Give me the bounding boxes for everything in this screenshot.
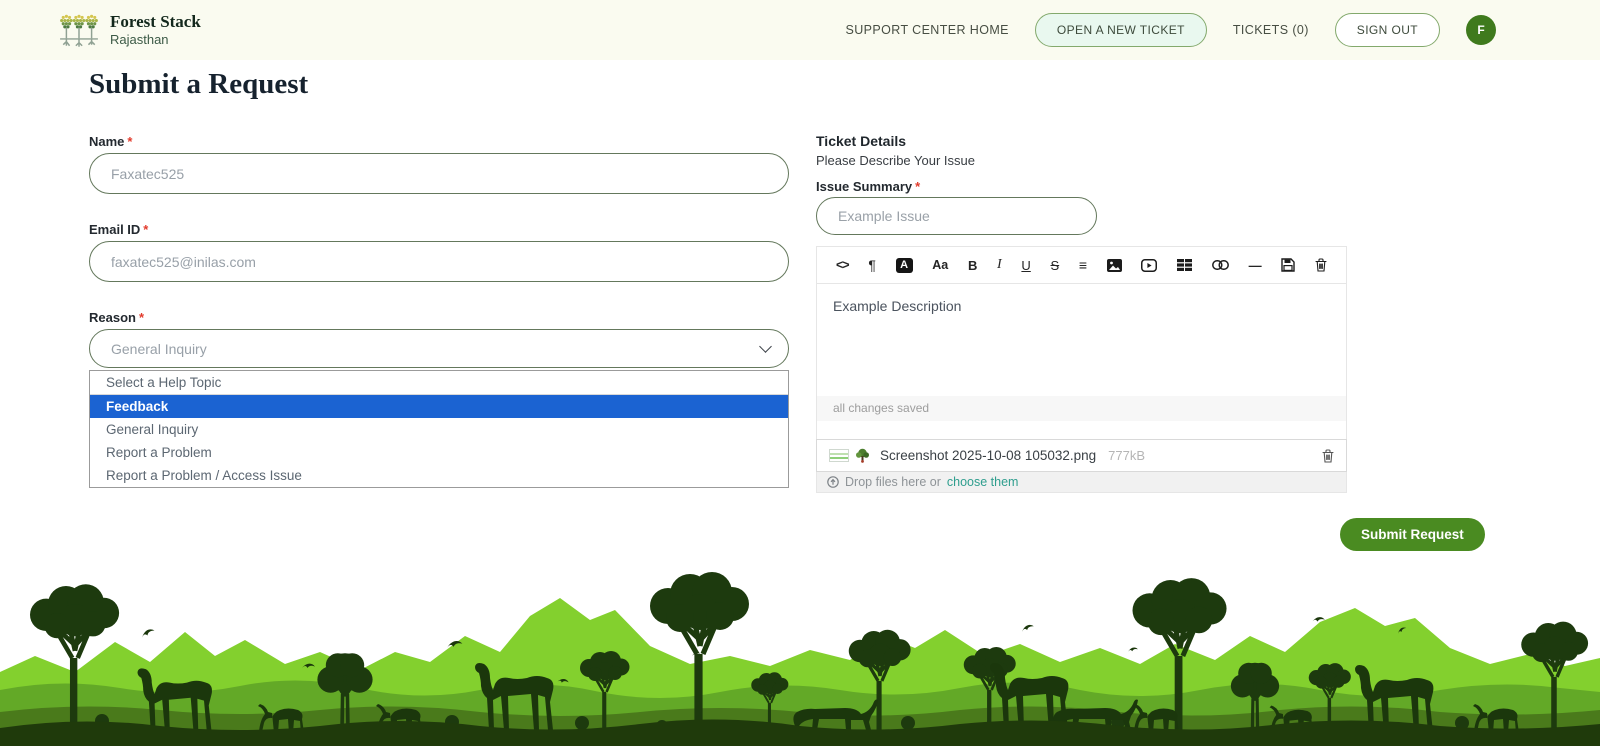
attachment-filename: Screenshot 2025-10-08 105032.png	[880, 448, 1097, 463]
code-icon[interactable]: <>	[836, 258, 850, 272]
attachment-thumbnail-preview	[855, 448, 870, 463]
description-textarea[interactable]: Example Description	[816, 284, 1347, 396]
attachment-row: Screenshot 2025-10-08 105032.png 777kB	[816, 439, 1347, 472]
page-title: Submit a Request	[89, 68, 309, 100]
issue-summary-input[interactable]	[816, 197, 1097, 235]
open-new-ticket-button[interactable]: OPEN A NEW TICKET	[1034, 13, 1207, 47]
strikethrough-icon[interactable]: S	[1051, 258, 1060, 273]
choose-files-link[interactable]: choose them	[947, 475, 1019, 489]
reason-option-highlighted[interactable]: Feedback	[90, 395, 788, 418]
forest-stack-logo-icon	[60, 14, 98, 47]
editor-save-status: all changes saved	[816, 396, 1347, 421]
issue-summary-label: Issue Summary *	[816, 179, 920, 194]
required-asterisk: *	[143, 222, 149, 237]
bold-icon[interactable]: B	[968, 258, 977, 273]
email-label: Email ID *	[89, 222, 148, 237]
chevron-down-icon	[759, 340, 772, 353]
insert-table-icon[interactable]	[1177, 259, 1193, 271]
italic-icon[interactable]: I	[997, 257, 1002, 273]
insert-link-icon[interactable]	[1211, 260, 1229, 270]
reason-selected-value: General Inquiry	[111, 340, 207, 357]
underline-icon[interactable]: U	[1021, 258, 1030, 273]
horizontal-rule-icon[interactable]: —	[1249, 258, 1262, 273]
attachment-size: 777kB	[1108, 448, 1146, 463]
forest-footer-illustration	[0, 560, 1600, 746]
reason-select[interactable]: General Inquiry	[89, 329, 789, 368]
nav-tickets[interactable]: TICKETS (0)	[1233, 23, 1309, 37]
editor-toolbar: <> ¶ A Aa B I U S ≡ —	[816, 246, 1347, 284]
reason-option[interactable]: Report a Problem / Access Issue	[90, 464, 788, 487]
issue-summary-label-text: Issue Summary	[816, 179, 913, 194]
email-input[interactable]	[89, 241, 789, 282]
file-dropzone[interactable]: Drop files here or choose them	[816, 472, 1347, 493]
brand-title: Forest Stack	[110, 11, 201, 31]
ticket-details-subtitle: Please Describe Your Issue	[816, 153, 975, 168]
paragraph-icon[interactable]: ¶	[868, 257, 876, 273]
reason-label: Reason *	[89, 310, 144, 325]
submit-request-button[interactable]: Submit Request	[1340, 518, 1485, 551]
header: Forest Stack Rajasthan SUPPORT CENTER HO…	[0, 0, 1600, 60]
sign-out-button[interactable]: SIGN OUT	[1334, 13, 1440, 47]
upload-icon	[827, 476, 839, 488]
user-avatar[interactable]: F	[1466, 15, 1496, 45]
name-label: Name *	[89, 134, 132, 149]
required-asterisk: *	[127, 134, 133, 149]
required-asterisk: *	[915, 179, 921, 194]
attachment-thumbnail-screenshot	[829, 449, 849, 462]
attachment-delete-icon[interactable]	[1322, 448, 1334, 463]
brand-subtitle: Rajasthan	[110, 32, 169, 48]
brand-link[interactable]: Forest Stack Rajasthan	[58, 8, 201, 52]
reason-option[interactable]: Report a Problem	[90, 441, 788, 464]
header-nav: SUPPORT CENTER HOME OPEN A NEW TICKET TI…	[846, 13, 1496, 47]
save-icon[interactable]	[1281, 258, 1295, 272]
reason-option[interactable]: Select a Help Topic	[90, 371, 788, 395]
insert-video-icon[interactable]	[1141, 258, 1158, 272]
name-label-text: Name	[89, 134, 125, 149]
editor-spacer	[816, 421, 1347, 439]
insert-image-icon[interactable]	[1106, 258, 1122, 272]
bullet-list-icon[interactable]: ≡	[1079, 257, 1087, 273]
dropzone-text: Drop files here or	[845, 475, 941, 489]
trash-icon[interactable]	[1315, 258, 1327, 272]
description-editor: <> ¶ A Aa B I U S ≡ — Example Descriptio…	[816, 246, 1347, 493]
reason-dropdown: Select a Help Topic Feedback General Inq…	[89, 370, 789, 488]
reason-label-text: Reason	[89, 310, 136, 325]
reason-option[interactable]: General Inquiry	[90, 418, 788, 441]
ticket-details-title: Ticket Details	[816, 133, 907, 149]
nav-support-center-home[interactable]: SUPPORT CENTER HOME	[846, 23, 1009, 37]
font-color-icon[interactable]: A	[895, 257, 913, 273]
email-label-text: Email ID	[89, 222, 141, 237]
font-size-icon[interactable]: Aa	[932, 258, 948, 272]
required-asterisk: *	[138, 310, 145, 325]
name-input[interactable]	[89, 153, 789, 194]
